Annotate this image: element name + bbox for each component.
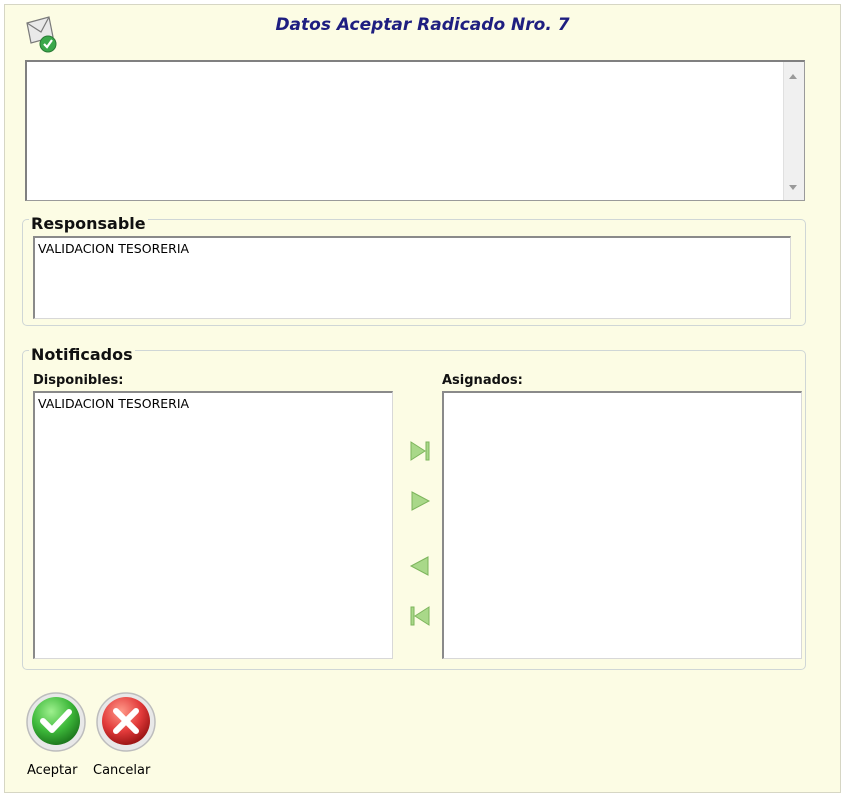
dialog-window: Datos Aceptar Radicado Nro. 7 Responsabl… — [4, 4, 841, 793]
dialog-title: Datos Aceptar Radicado Nro. 7 — [275, 15, 570, 35]
list-item[interactable]: VALIDACION TESORERIA — [35, 393, 392, 411]
accept-label[interactable]: Aceptar — [27, 763, 77, 778]
move-all-left-icon — [410, 606, 430, 626]
move-all-right-icon — [410, 441, 430, 461]
asignados-list[interactable] — [442, 391, 802, 659]
cancel-label[interactable]: Cancelar — [93, 763, 150, 778]
cancel-button[interactable] — [94, 690, 158, 756]
disponibles-label: Disponibles: — [33, 373, 124, 388]
scroll-up-icon[interactable] — [789, 74, 797, 79]
notificados-group: Notificados Disponibles: VALIDACION TESO… — [22, 345, 806, 670]
observaciones-textarea[interactable] — [25, 60, 805, 201]
disponibles-list[interactable]: VALIDACION TESORERIA — [33, 391, 393, 659]
accept-button[interactable] — [24, 690, 88, 756]
move-all-right-button[interactable] — [408, 439, 432, 463]
move-right-button[interactable] — [408, 489, 432, 513]
scroll-down-icon[interactable] — [789, 185, 797, 190]
responsable-list[interactable]: VALIDACION TESORERIA — [33, 236, 791, 319]
responsable-label: Responsable — [29, 214, 148, 233]
move-all-left-button[interactable] — [408, 604, 432, 628]
move-right-icon — [411, 491, 431, 511]
move-left-icon — [409, 556, 429, 576]
checkmark-icon — [26, 692, 86, 752]
notificados-label: Notificados — [29, 345, 135, 364]
observaciones-text — [27, 62, 804, 68]
responsable-group: Responsable VALIDACION TESORERIA — [22, 214, 806, 326]
close-icon — [96, 692, 156, 752]
move-left-button[interactable] — [408, 554, 432, 578]
vertical-scrollbar[interactable] — [783, 62, 804, 200]
asignados-label: Asignados: — [442, 373, 523, 388]
list-item[interactable]: VALIDACION TESORERIA — [35, 238, 790, 256]
